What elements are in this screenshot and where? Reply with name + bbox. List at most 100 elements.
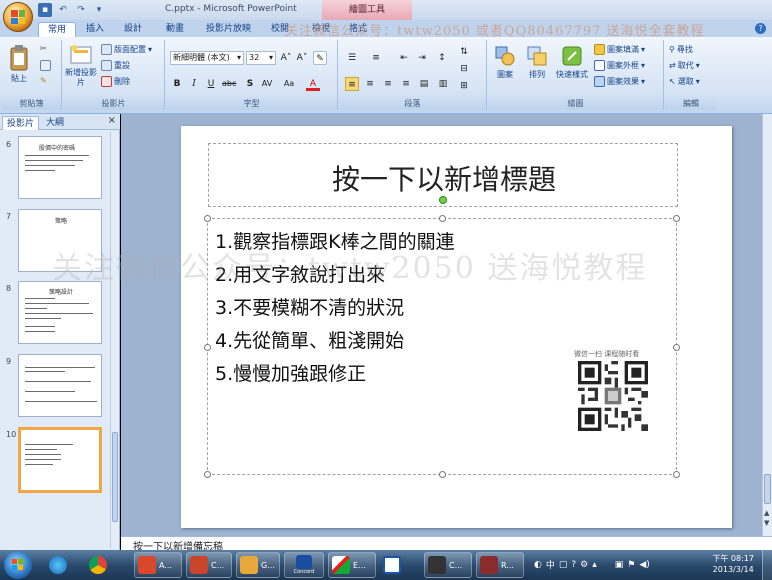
keyboard-icon[interactable]: ▢ <box>559 560 568 570</box>
ie-taskbar-button[interactable] <box>46 552 80 578</box>
bold-button[interactable]: B <box>170 77 184 91</box>
ime-mode[interactable]: 中 <box>546 558 555 571</box>
shape-effects-button[interactable]: 圖案效果 ▾ <box>594 76 645 87</box>
show-desktop-button[interactable] <box>762 550 772 580</box>
chevron-up-icon[interactable]: ▴ <box>592 560 597 570</box>
network-icon[interactable]: ▣ <box>615 560 624 570</box>
canvas-scrollbar[interactable]: ▲ ▼ <box>762 114 772 536</box>
find-button[interactable]: ⚲ 尋找 <box>669 44 693 55</box>
justify-icon[interactable]: ≡ <box>399 77 413 91</box>
align-center-icon[interactable]: ≡ <box>363 77 377 91</box>
tab-animation[interactable]: 動畫 <box>166 22 184 37</box>
taskbar-app-5[interactable]: E... <box>328 552 376 578</box>
bullets-icon[interactable]: ☰ <box>345 51 359 65</box>
align-left-icon[interactable]: ≡ <box>345 77 359 91</box>
distribute-icon[interactable]: ▤ <box>417 77 431 91</box>
pane-scrollbar[interactable] <box>110 132 119 548</box>
arrange-button[interactable]: 排列 <box>522 44 552 80</box>
notes-pane[interactable]: 按一下以新增備忘稿 <box>121 536 772 553</box>
slide-thumbnail-7[interactable]: 策略 <box>18 209 102 272</box>
italic-button[interactable]: I <box>187 77 201 91</box>
close-icon[interactable]: × <box>108 115 116 126</box>
slide-thumbnail-9[interactable] <box>18 354 102 417</box>
taskbar-app-8[interactable]: R... <box>476 552 524 578</box>
tab-design[interactable]: 設計 <box>124 22 142 37</box>
reset-button[interactable]: 重設 <box>101 60 130 71</box>
select-button[interactable]: ↖ 選取 ▾ <box>669 76 700 87</box>
qat-dropdown-icon[interactable]: ▾ <box>92 3 106 17</box>
tab-slideshow[interactable]: 投影片放映 <box>206 22 251 37</box>
new-slide-button[interactable]: 新增投影片 <box>65 44 97 88</box>
columns-icon[interactable]: ▥ <box>436 77 450 91</box>
slide-thumbnail-8[interactable]: 策略設計 <box>18 281 102 344</box>
help-icon[interactable]: ? <box>571 560 576 570</box>
shrink-font-button[interactable]: A˅ <box>295 51 309 65</box>
resize-handle[interactable] <box>439 471 446 478</box>
change-case-button[interactable]: Aa <box>282 77 296 91</box>
volume-icon[interactable]: ◀) <box>639 560 649 570</box>
taskbar-app-4[interactable]: Concord <box>284 552 324 578</box>
align-right-icon[interactable]: ≡ <box>381 77 395 91</box>
shadow-button[interactable]: S <box>243 77 257 91</box>
tab-home[interactable]: 常用 <box>38 22 77 37</box>
font-color-button[interactable]: A <box>306 77 320 91</box>
tab-slides[interactable]: 投影片 <box>2 116 40 130</box>
resize-handle[interactable] <box>204 215 211 222</box>
content-placeholder[interactable]: 1.觀察指標跟K棒之間的關連 2.用文字敘說打出來 3.不要模糊不清的狀況 4.… <box>204 215 680 478</box>
resize-handle[interactable] <box>439 215 446 222</box>
start-button[interactable] <box>4 551 32 579</box>
replace-button[interactable]: ⇄ 取代 ▾ <box>669 60 700 71</box>
flag-icon[interactable]: ⚑ <box>627 560 635 570</box>
taskbar-app-2[interactable]: C... <box>186 552 232 578</box>
numbering-icon[interactable]: ≡ <box>369 51 383 65</box>
increase-indent-icon[interactable]: ⇥ <box>415 51 429 65</box>
tab-insert[interactable]: 插入 <box>86 22 104 37</box>
copy-button[interactable] <box>40 60 51 71</box>
resize-handle[interactable] <box>673 344 680 351</box>
smartart-icon[interactable]: ⊞ <box>457 79 471 93</box>
resize-handle[interactable] <box>204 344 211 351</box>
text-direction-icon[interactable]: ⇅ <box>457 45 471 59</box>
line-spacing-icon[interactable]: ↕ <box>435 51 449 65</box>
taskbar-app-1[interactable]: A... <box>134 552 182 578</box>
office-button[interactable] <box>3 2 33 32</box>
quick-styles-button[interactable]: 快速樣式 <box>554 44 590 80</box>
resize-handle[interactable] <box>204 471 211 478</box>
clear-format-icon[interactable]: ✎ <box>313 51 327 65</box>
cut-button[interactable]: ✂ <box>40 44 47 53</box>
taskbar-app-3[interactable]: G... <box>236 552 280 578</box>
resize-handle[interactable] <box>673 471 680 478</box>
char-spacing-button[interactable]: AV <box>260 77 274 91</box>
shape-outline-button[interactable]: 圖案外框 ▾ <box>594 60 645 71</box>
slide-thumbnail-6[interactable]: 股價中的密碼 <box>18 136 102 199</box>
ime-icon[interactable]: ◐ <box>534 560 542 570</box>
taskbar-app-7[interactable]: C... <box>424 552 472 578</box>
strikethrough-button[interactable]: abc <box>222 77 236 91</box>
settings-icon[interactable]: ⚙ <box>580 560 588 570</box>
redo-icon[interactable]: ↷ <box>74 3 88 17</box>
scrollbar-thumb[interactable] <box>112 432 118 522</box>
delete-slide-button[interactable]: 刪除 <box>101 76 130 87</box>
save-icon[interactable]: ▪ <box>38 3 52 17</box>
undo-icon[interactable]: ↶ <box>56 3 70 17</box>
underline-button[interactable]: U <box>204 77 218 91</box>
format-painter-button[interactable]: ✎ <box>40 76 47 85</box>
clock[interactable]: 下午 08:17 2013/3/14 <box>712 553 754 575</box>
next-slide-icon[interactable]: ▼ <box>764 519 769 527</box>
resize-handle[interactable] <box>673 215 680 222</box>
shape-fill-button[interactable]: 圖案填滿 ▾ <box>594 44 645 55</box>
layout-button[interactable]: 版面配置 ▾ <box>101 44 152 55</box>
grow-font-button[interactable]: A˄ <box>279 51 293 65</box>
rotation-handle[interactable] <box>439 196 447 204</box>
font-size-combo[interactable]: 32 ▾ <box>246 51 276 65</box>
paste-button[interactable]: 貼上 <box>6 44 32 84</box>
chrome-taskbar-button[interactable] <box>86 552 120 578</box>
font-name-combo[interactable]: 新細明體 (本文) ▾ <box>170 51 244 65</box>
prev-slide-icon[interactable]: ▲ <box>764 509 769 517</box>
help-icon[interactable]: ? <box>755 23 766 34</box>
taskbar-app-6[interactable] <box>380 552 420 578</box>
scrollbar-thumb[interactable] <box>764 474 771 504</box>
slide-thumbnail-10-selected[interactable] <box>18 427 102 493</box>
align-text-icon[interactable]: ⊟ <box>457 62 471 76</box>
decrease-indent-icon[interactable]: ⇤ <box>397 51 411 65</box>
